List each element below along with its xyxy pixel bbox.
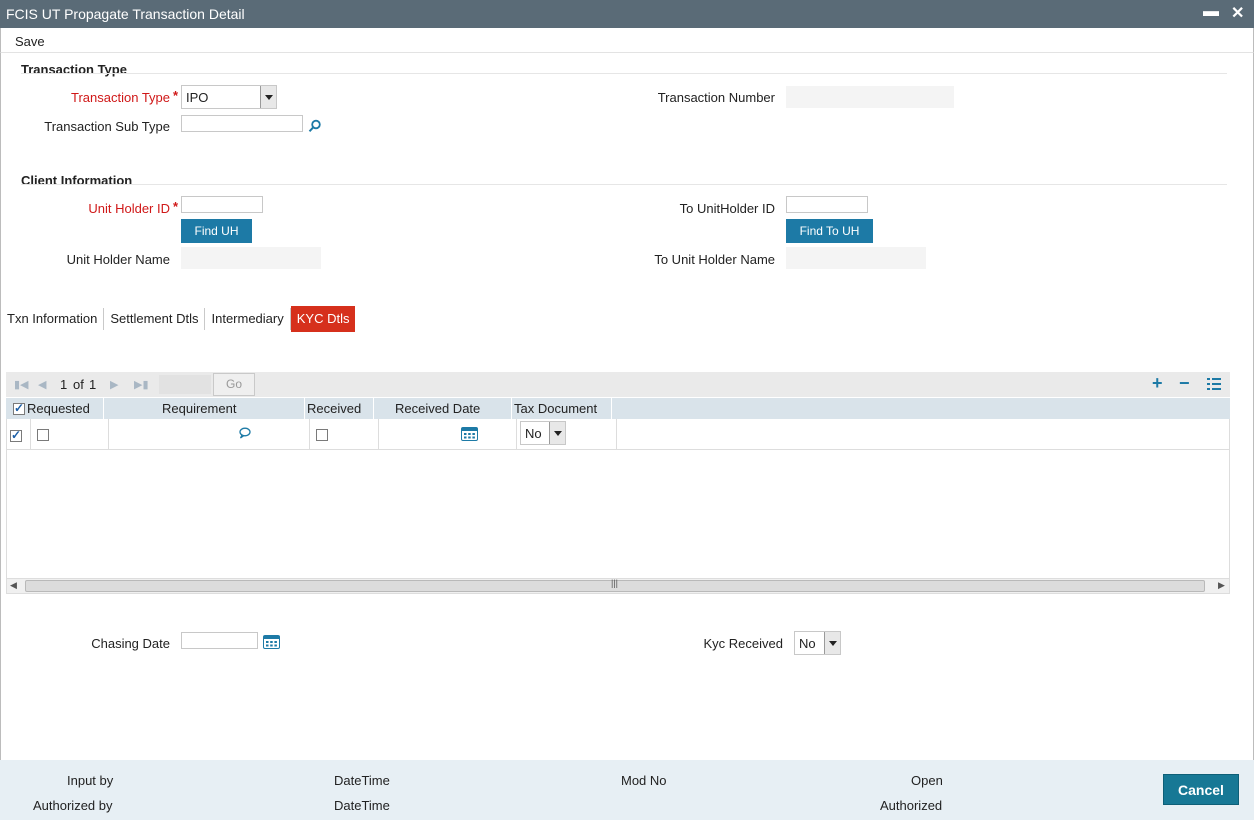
transaction-number-field bbox=[786, 86, 954, 108]
audit-footer: Input by Authorized by DateTime DateTime… bbox=[0, 760, 1254, 820]
column-header-received-date: Received Date bbox=[395, 401, 481, 416]
chevron-down-icon[interactable] bbox=[824, 632, 840, 654]
kyc-received-label: Kyc Received bbox=[703, 636, 783, 651]
authorization-status-label: Authorized bbox=[880, 798, 943, 813]
transaction-type-select[interactable]: IPO bbox=[181, 85, 277, 109]
unit-holder-id-input[interactable] bbox=[181, 196, 263, 213]
table-row: No bbox=[7, 419, 1229, 450]
chevron-down-icon[interactable] bbox=[549, 422, 565, 444]
tab-kyc-dtls[interactable]: KYC Dtls bbox=[290, 306, 356, 332]
pager-total: 1 bbox=[89, 377, 97, 392]
calendar-icon[interactable] bbox=[263, 634, 280, 649]
comment-icon[interactable] bbox=[239, 427, 251, 439]
to-unit-holder-name-field bbox=[786, 247, 926, 269]
authorized-by-label: Authorized by bbox=[33, 798, 113, 813]
list-view-icon[interactable] bbox=[1207, 378, 1221, 390]
authorized-datetime-label: DateTime bbox=[334, 798, 390, 813]
page-number-input[interactable] bbox=[159, 375, 211, 394]
tax-document-value: No bbox=[525, 426, 542, 441]
required-marker: * bbox=[173, 199, 179, 214]
pager-of: of bbox=[73, 377, 84, 392]
cancel-button[interactable]: Cancel bbox=[1163, 774, 1239, 805]
input-datetime-label: DateTime bbox=[334, 773, 390, 788]
tab-intermediary[interactable]: Intermediary bbox=[205, 306, 289, 332]
grid-toolbar: ▮◀ ◀ 1 of 1 ▶ ▶▮ Go + − bbox=[6, 372, 1230, 397]
chasing-date-input[interactable] bbox=[181, 632, 258, 649]
next-page-icon[interactable]: ▶ bbox=[110, 378, 118, 391]
window-title-bar: FCIS UT Propagate Transaction Detail ▬ ✕ bbox=[0, 0, 1254, 28]
transaction-number-label: Transaction Number bbox=[657, 90, 775, 105]
column-header-tax-document: Tax Document bbox=[514, 401, 598, 416]
delete-row-icon[interactable]: − bbox=[1179, 373, 1190, 394]
column-header-received: Received bbox=[307, 401, 362, 416]
minimize-icon[interactable]: ▬ bbox=[1203, 3, 1219, 21]
first-page-icon[interactable]: ▮◀ bbox=[14, 378, 29, 391]
select-all-checkbox[interactable] bbox=[13, 401, 25, 415]
input-by-label: Input by bbox=[67, 773, 114, 788]
kyc-received-select[interactable]: No bbox=[794, 631, 841, 655]
last-page-icon[interactable]: ▶▮ bbox=[134, 378, 149, 391]
received-checkbox[interactable] bbox=[316, 429, 328, 441]
required-marker: * bbox=[173, 88, 179, 103]
unit-holder-name-label: Unit Holder Name bbox=[66, 252, 170, 267]
grid-header: Requested Requirement Received Received … bbox=[6, 398, 1230, 419]
to-unit-holder-name-label: To Unit Holder Name bbox=[654, 252, 775, 267]
requested-checkbox[interactable] bbox=[37, 429, 49, 441]
grid-body: No bbox=[6, 419, 1230, 578]
calendar-icon[interactable] bbox=[461, 426, 478, 441]
grip-icon: ||| bbox=[611, 578, 619, 588]
tab-settlement-dtls[interactable]: Settlement Dtls bbox=[104, 306, 204, 332]
tab-txn-information[interactable]: Txn Information bbox=[1, 306, 103, 332]
transaction-sub-type-label: Transaction Sub Type bbox=[44, 119, 170, 134]
tax-document-select[interactable]: No bbox=[520, 421, 566, 445]
transaction-type-value: IPO bbox=[186, 90, 209, 105]
scrollbar-thumb[interactable]: ||| bbox=[25, 578, 1205, 592]
mod-no-label: Mod No bbox=[621, 773, 667, 788]
transaction-type-section-title: Transaction Type bbox=[21, 62, 127, 77]
to-unitholder-id-input[interactable] bbox=[786, 196, 868, 213]
scroll-right-icon[interactable]: ▶ bbox=[1218, 580, 1225, 591]
find-to-uh-button[interactable]: Find To UH bbox=[786, 219, 873, 243]
column-header-requested: Requested bbox=[27, 401, 90, 416]
unit-holder-name-field bbox=[181, 247, 321, 269]
section-divider bbox=[21, 184, 1227, 185]
pager-current: 1 bbox=[60, 377, 68, 392]
section-divider bbox=[21, 73, 1227, 74]
window-title: FCIS UT Propagate Transaction Detail bbox=[6, 6, 245, 22]
go-button[interactable]: Go bbox=[213, 373, 255, 396]
chevron-down-icon[interactable] bbox=[260, 86, 276, 108]
add-row-icon[interactable]: + bbox=[1152, 373, 1163, 394]
kyc-received-value: No bbox=[799, 636, 816, 651]
menu-bar: Save bbox=[0, 28, 1254, 53]
transaction-type-label: Transaction Type bbox=[71, 90, 170, 105]
record-status-label: Open bbox=[911, 773, 943, 788]
column-header-requirement: Requirement bbox=[162, 401, 237, 416]
row-select-checkbox[interactable] bbox=[10, 428, 22, 442]
to-unitholder-id-label: To UnitHolder ID bbox=[679, 201, 775, 216]
client-information-section-title: Client Information bbox=[21, 173, 133, 188]
previous-page-icon[interactable]: ◀ bbox=[38, 378, 46, 391]
search-icon[interactable] bbox=[308, 119, 322, 133]
horizontal-scrollbar[interactable]: ◀ ||| ▶ bbox=[6, 578, 1230, 594]
unit-holder-id-label: Unit Holder ID bbox=[88, 201, 170, 216]
find-uh-button[interactable]: Find UH bbox=[181, 219, 252, 243]
transaction-sub-type-input[interactable] bbox=[181, 115, 303, 132]
tab-strip: Txn Information Settlement Dtls Intermed… bbox=[1, 306, 356, 332]
close-icon[interactable]: ✕ bbox=[1231, 3, 1244, 23]
scroll-left-icon[interactable]: ◀ bbox=[10, 580, 17, 591]
chasing-date-label: Chasing Date bbox=[91, 636, 170, 651]
save-menu-item[interactable]: Save bbox=[15, 34, 45, 49]
